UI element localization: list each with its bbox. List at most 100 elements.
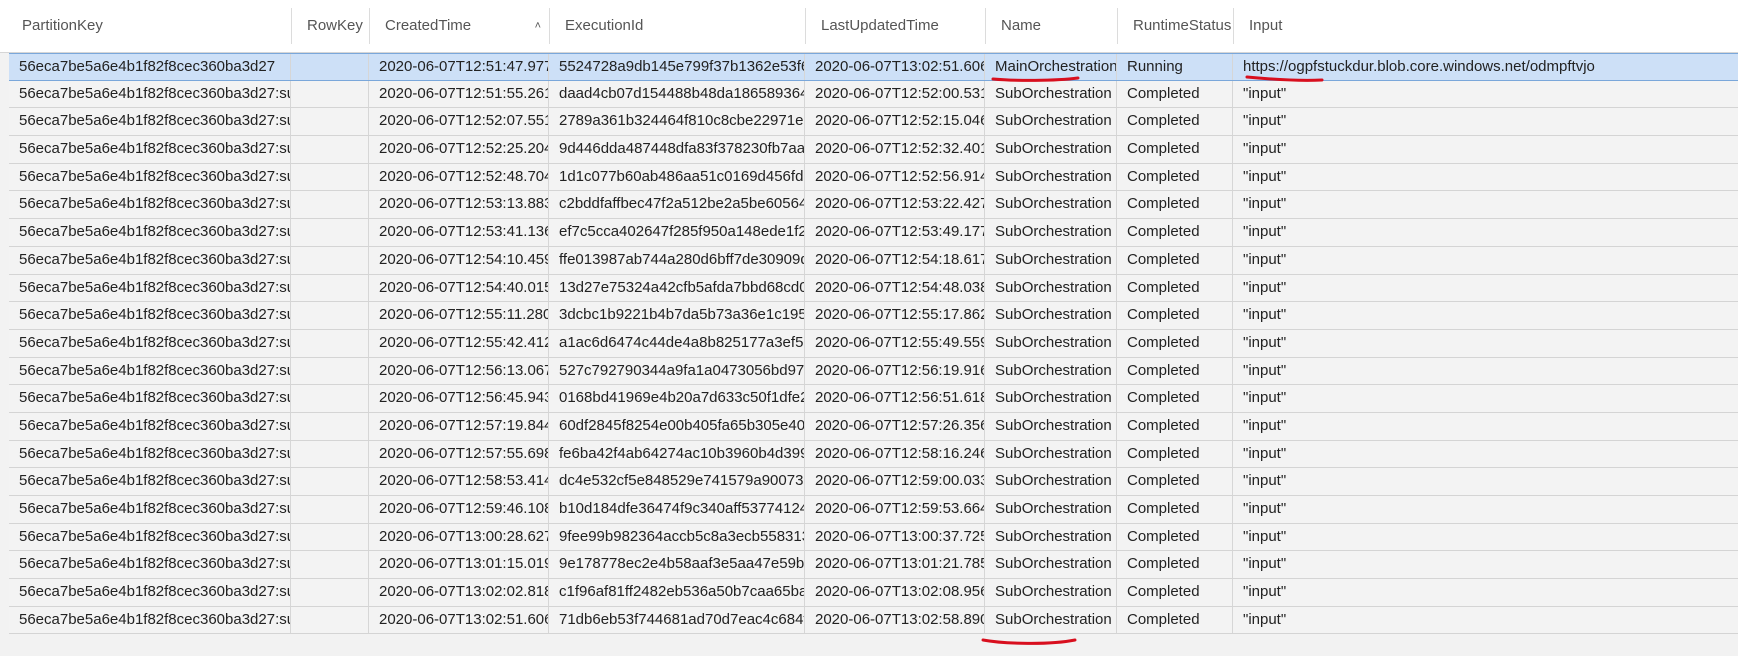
execution-id-cell: 5524728a9db145e799f37b1362e53f6c bbox=[549, 54, 805, 80]
column-header-executionid[interactable]: ExecutionId bbox=[550, 8, 806, 44]
execution-id-cell: 527c792790344a9fa1a0473056bd9748 bbox=[549, 357, 805, 385]
table-row[interactable]: 56eca7be5a6e4b1f82f8cec360ba3d27:sub18 20… bbox=[9, 579, 1738, 607]
created-time-cell: 2020-06-07T12:56:13.067Z bbox=[369, 357, 549, 385]
last-updated-time-cell: 2020-06-07T12:56:19.916Z bbox=[805, 357, 985, 385]
table-row[interactable]: 56eca7be5a6e4b1f82f8cec360ba3d27:sub7 202… bbox=[9, 274, 1738, 303]
runtime-status-cell: Completed bbox=[1117, 246, 1233, 274]
table-row[interactable]: 56eca7be5a6e4b1f82f8cec360ba3d27:sub8 202… bbox=[9, 302, 1738, 330]
table-row[interactable]: 56eca7be5a6e4b1f82f8cec360ba3d27:sub15 20… bbox=[9, 496, 1738, 524]
execution-id-cell: c2bddfaffbec47f2a512be2a5be60564 bbox=[549, 191, 805, 219]
execution-id-cell: 9e178778ec2e4b58aaf3e5aa47e59bdc bbox=[549, 551, 805, 579]
input-cell: "input" bbox=[1243, 583, 1287, 601]
data-grid: 56eca7be5a6e4b1f82f8cec360ba3d27 2020-06-… bbox=[9, 53, 1738, 635]
table-row[interactable]: 56eca7be5a6e4b1f82f8cec360ba3d27:sub16 20… bbox=[9, 523, 1738, 552]
last-updated-time-cell: 2020-06-07T12:53:49.177Z bbox=[805, 219, 985, 246]
created-time-cell: 2020-06-07T13:02:02.818Z bbox=[369, 579, 549, 606]
table-row[interactable]: 56eca7be5a6e4b1f82f8cec360ba3d27:sub2 202… bbox=[9, 136, 1738, 164]
column-header-runtimestatus[interactable]: RuntimeStatus bbox=[1118, 8, 1234, 44]
execution-id-cell: c1f96af81ff2482eb536a50b7caa65ba bbox=[549, 579, 805, 606]
table-row[interactable]: 56eca7be5a6e4b1f82f8cec360ba3d27:sub10 20… bbox=[9, 357, 1738, 386]
name-cell: SubOrchestration bbox=[985, 468, 1117, 495]
partition-key-cell: 56eca7be5a6e4b1f82f8cec360ba3d27:sub2 bbox=[9, 136, 291, 163]
partition-key-cell: 56eca7be5a6e4b1f82f8cec360ba3d27:sub7 bbox=[9, 274, 291, 302]
last-updated-time-cell: 2020-06-07T12:53:22.427Z bbox=[805, 191, 985, 219]
name-cell: SubOrchestration bbox=[985, 136, 1117, 163]
input-cell: https://ogpfstuckdur.blob.core.windows.n… bbox=[1243, 58, 1595, 75]
created-time-cell: 2020-06-07T13:00:28.627Z bbox=[369, 523, 549, 551]
name-cell: SubOrchestration bbox=[985, 274, 1117, 302]
column-header-name[interactable]: Name bbox=[986, 8, 1118, 44]
input-cell: "input" bbox=[1243, 555, 1287, 573]
column-header-rowkey[interactable]: RowKey bbox=[292, 8, 370, 44]
name-cell: SubOrchestration bbox=[985, 523, 1117, 551]
table-row[interactable]: 56eca7be5a6e4b1f82f8cec360ba3d27 2020-06-… bbox=[9, 53, 1738, 81]
runtime-status-cell: Completed bbox=[1117, 606, 1233, 634]
runtime-status-cell: Completed bbox=[1117, 357, 1233, 385]
created-time-cell: 2020-06-07T12:57:19.844Z bbox=[369, 412, 549, 440]
input-cell: "input" bbox=[1243, 84, 1287, 102]
table-row[interactable]: 56eca7be5a6e4b1f82f8cec360ba3d27:sub17 20… bbox=[9, 551, 1738, 580]
runtime-status-cell: Completed bbox=[1117, 329, 1233, 357]
column-header-lastupdatedtime[interactable]: LastUpdatedTime bbox=[806, 8, 986, 44]
table-row[interactable]: 56eca7be5a6e4b1f82f8cec360ba3d27:sub12 20… bbox=[9, 412, 1738, 441]
created-time-cell: 2020-06-07T13:01:15.019Z bbox=[369, 551, 549, 579]
column-header-input[interactable]: Input bbox=[1234, 8, 1738, 44]
last-updated-time-cell: 2020-06-07T13:02:08.956Z bbox=[805, 579, 985, 606]
created-time-cell: 2020-06-07T12:51:55.261Z bbox=[369, 80, 549, 108]
row-key-cell bbox=[291, 329, 369, 357]
column-header-partitionkey[interactable]: PartitionKey bbox=[7, 8, 292, 44]
table-row[interactable]: 56eca7be5a6e4b1f82f8cec360ba3d27:sub14 20… bbox=[9, 468, 1738, 496]
partition-key-cell: 56eca7be5a6e4b1f82f8cec360ba3d27:sub1 bbox=[9, 108, 291, 136]
input-cell: "input" bbox=[1243, 278, 1287, 296]
table-row[interactable]: 56eca7be5a6e4b1f82f8cec360ba3d27:sub13 20… bbox=[9, 440, 1738, 469]
table-row[interactable]: 56eca7be5a6e4b1f82f8cec360ba3d27:sub9 202… bbox=[9, 329, 1738, 358]
last-updated-time-cell: 2020-06-07T12:59:53.664Z bbox=[805, 496, 985, 523]
partition-key-cell: 56eca7be5a6e4b1f82f8cec360ba3d27:sub6 bbox=[9, 246, 291, 274]
row-key-cell bbox=[291, 357, 369, 385]
runtime-status-cell: Running bbox=[1117, 54, 1233, 80]
execution-id-cell: 9d446dda487448dfa83f378230fb7aaf bbox=[549, 136, 805, 163]
table-row[interactable]: 56eca7be5a6e4b1f82f8cec360ba3d27:sub1 202… bbox=[9, 108, 1738, 137]
runtime-status-cell: Completed bbox=[1117, 219, 1233, 246]
row-key-cell bbox=[291, 54, 369, 80]
table-row[interactable]: 56eca7be5a6e4b1f82f8cec360ba3d27:sub11 20… bbox=[9, 385, 1738, 413]
table-row[interactable]: 56eca7be5a6e4b1f82f8cec360ba3d27:sub5 202… bbox=[9, 219, 1738, 247]
partition-key-cell: 56eca7be5a6e4b1f82f8cec360ba3d27:sub12 bbox=[9, 412, 291, 440]
input-cell: "input" bbox=[1243, 333, 1287, 351]
runtime-status-cell: Completed bbox=[1117, 274, 1233, 302]
input-cell: "input" bbox=[1243, 223, 1287, 241]
name-cell: SubOrchestration bbox=[985, 191, 1117, 219]
input-cell: "input" bbox=[1243, 250, 1287, 268]
table-row[interactable]: 56eca7be5a6e4b1f82f8cec360ba3d27:sub4 202… bbox=[9, 191, 1738, 220]
last-updated-time-cell: 2020-06-07T13:02:58.890Z bbox=[805, 606, 985, 634]
table-row[interactable]: 56eca7be5a6e4b1f82f8cec360ba3d27:sub3 202… bbox=[9, 163, 1738, 192]
runtime-status-cell: Completed bbox=[1117, 468, 1233, 495]
created-time-cell: 2020-06-07T12:59:46.108Z bbox=[369, 496, 549, 523]
name-cell: SubOrchestration bbox=[985, 440, 1117, 468]
input-cell: "input" bbox=[1243, 361, 1287, 379]
last-updated-time-cell: 2020-06-07T12:56:51.618Z bbox=[805, 385, 985, 412]
partition-key-cell: 56eca7be5a6e4b1f82f8cec360ba3d27:sub17 bbox=[9, 551, 291, 579]
last-updated-time-cell: 2020-06-07T12:54:48.038Z bbox=[805, 274, 985, 302]
partition-key-cell: 56eca7be5a6e4b1f82f8cec360ba3d27:sub5 bbox=[9, 219, 291, 246]
row-key-cell bbox=[291, 606, 369, 634]
created-time-cell: 2020-06-07T12:54:40.015Z bbox=[369, 274, 549, 302]
partition-key-cell: 56eca7be5a6e4b1f82f8cec360ba3d27:sub10 bbox=[9, 357, 291, 385]
runtime-status-cell: Completed bbox=[1117, 108, 1233, 136]
runtime-status-cell: Completed bbox=[1117, 523, 1233, 551]
created-time-cell: 2020-06-07T12:55:11.280Z bbox=[369, 302, 549, 329]
partition-key-cell: 56eca7be5a6e4b1f82f8cec360ba3d27:sub19 bbox=[9, 606, 291, 634]
created-time-cell: 2020-06-07T12:51:47.977Z bbox=[369, 54, 549, 80]
row-key-cell bbox=[291, 136, 369, 163]
column-header-createdtime[interactable]: CreatedTime ˄ bbox=[370, 8, 550, 44]
runtime-status-cell: Completed bbox=[1117, 136, 1233, 163]
table-row[interactable]: 56eca7be5a6e4b1f82f8cec360ba3d27:sub19 20… bbox=[9, 606, 1738, 635]
execution-id-cell: 71db6eb53f744681ad70d7eac4c684fd bbox=[549, 606, 805, 634]
execution-id-cell: ffe013987ab744a280d6bff7de30909d bbox=[549, 246, 805, 274]
table-row[interactable]: 56eca7be5a6e4b1f82f8cec360ba3d27:sub0 202… bbox=[9, 80, 1738, 109]
table-row[interactable]: 56eca7be5a6e4b1f82f8cec360ba3d27:sub6 202… bbox=[9, 246, 1738, 275]
input-cell: "input" bbox=[1243, 472, 1287, 490]
last-updated-time-cell: 2020-06-07T13:00:37.725Z bbox=[805, 523, 985, 551]
execution-id-cell: a1ac6d6474c44de4a8b825177a3ef59b bbox=[549, 329, 805, 357]
last-updated-time-cell: 2020-06-07T12:58:16.246Z bbox=[805, 440, 985, 468]
